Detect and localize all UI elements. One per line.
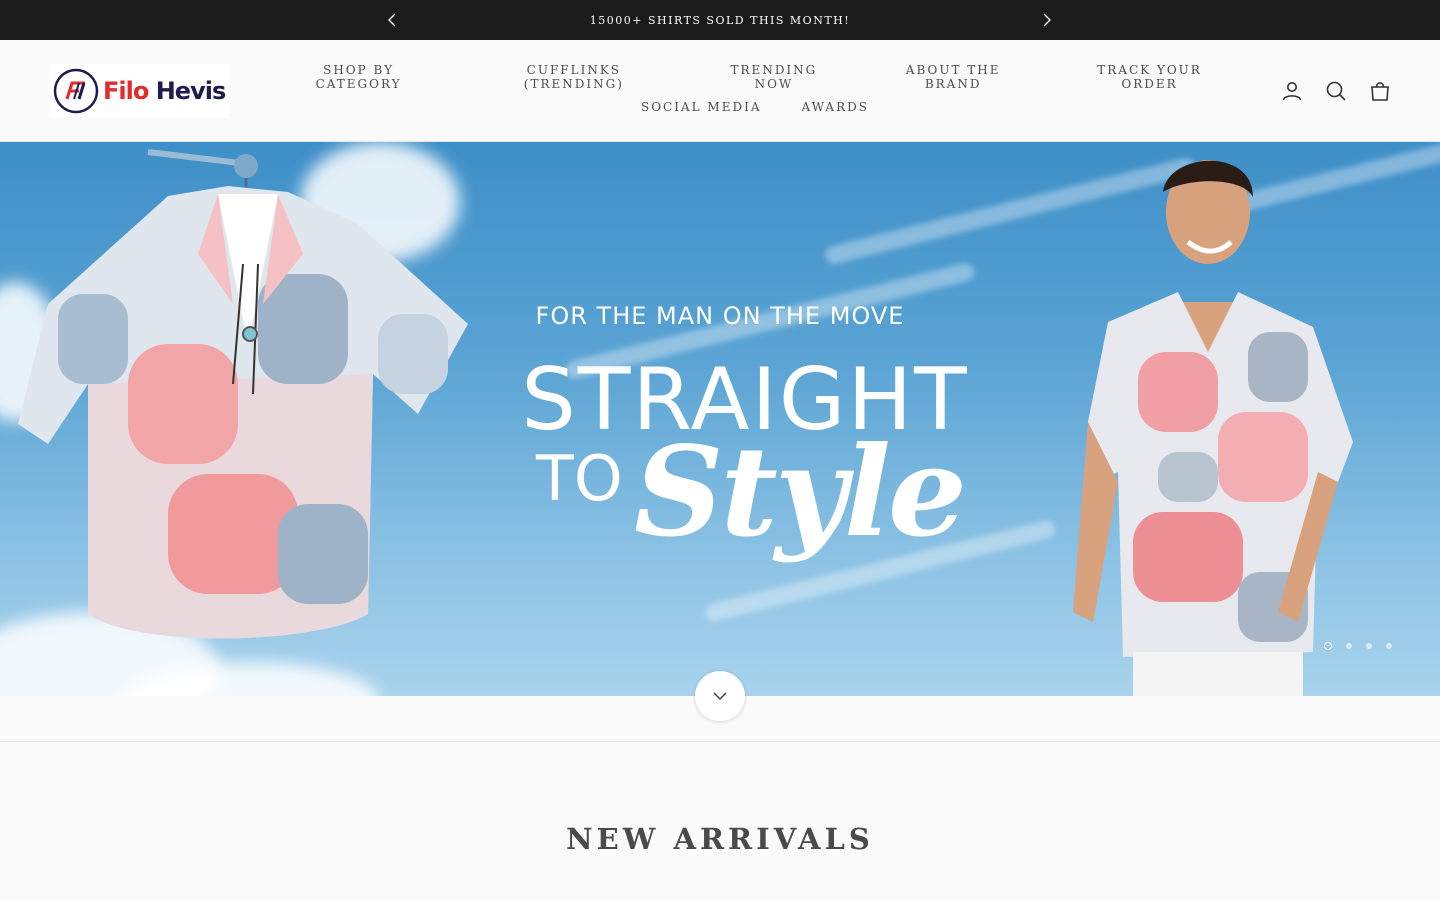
logo-filo: Filo bbox=[103, 77, 149, 105]
nav-social-media[interactable]: SOCIAL MEDIA bbox=[641, 100, 762, 114]
chevron-left-icon[interactable] bbox=[384, 11, 402, 29]
chevron-down-icon bbox=[713, 692, 727, 700]
slide-dot-1[interactable] bbox=[1324, 642, 1332, 650]
site-header: Filo Hevis SHOP BY CATEGORY CUFFLINKS (T… bbox=[0, 40, 1440, 142]
slide-dot-4[interactable] bbox=[1386, 643, 1392, 649]
announcement-text: 15000+ SHIRTS SOLD THIS MONTH! bbox=[589, 13, 851, 27]
brand-logo[interactable]: Filo Hevis bbox=[49, 64, 229, 118]
nav-cufflinks-trending[interactable]: CUFFLINKS (TRENDING) bbox=[477, 63, 670, 91]
nav-trending-now[interactable]: TRENDING NOW bbox=[711, 63, 838, 91]
slide-dot-3[interactable] bbox=[1366, 643, 1372, 649]
account-icon[interactable] bbox=[1280, 79, 1304, 103]
section-divider bbox=[0, 741, 1440, 742]
model-image bbox=[1073, 160, 1353, 696]
new-arrivals-title: NEW ARRIVALS bbox=[566, 822, 874, 856]
scroll-down-button[interactable] bbox=[695, 671, 745, 721]
slide-pagination bbox=[1324, 642, 1392, 650]
search-icon[interactable] bbox=[1324, 79, 1348, 103]
logo-mark-icon bbox=[53, 68, 99, 114]
hero-banner[interactable]: FOR THE MAN ON THE MOVE STRAIGHT TO Styl… bbox=[0, 142, 1440, 696]
nav-track-your-order[interactable]: TRACK YOUR ORDER bbox=[1069, 63, 1230, 91]
nav-awards[interactable]: AWARDS bbox=[802, 100, 869, 114]
nav-row-2: SOCIAL MEDIA AWARDS bbox=[280, 92, 1230, 122]
hero-headline-style: Style bbox=[634, 420, 967, 565]
main-nav: SHOP BY CATEGORY CUFFLINKS (TRENDING) TR… bbox=[280, 62, 1230, 122]
logo-wordmark: Filo Hevis bbox=[103, 77, 227, 105]
announcement-bar: 15000+ SHIRTS SOLD THIS MONTH! bbox=[0, 0, 1440, 40]
header-icons bbox=[1280, 79, 1392, 103]
nav-about-the-brand[interactable]: ABOUT THE BRAND bbox=[877, 63, 1029, 91]
slide-dot-2[interactable] bbox=[1346, 643, 1352, 649]
nav-row-1: SHOP BY CATEGORY CUFFLINKS (TRENDING) TR… bbox=[280, 62, 1230, 92]
nav-shop-by-category[interactable]: SHOP BY CATEGORY bbox=[280, 63, 437, 91]
cart-icon[interactable] bbox=[1368, 79, 1392, 103]
chevron-right-icon[interactable] bbox=[1037, 11, 1055, 29]
logo-hevis: Hevis bbox=[155, 77, 227, 105]
hero-headline-to: TO bbox=[536, 442, 623, 515]
